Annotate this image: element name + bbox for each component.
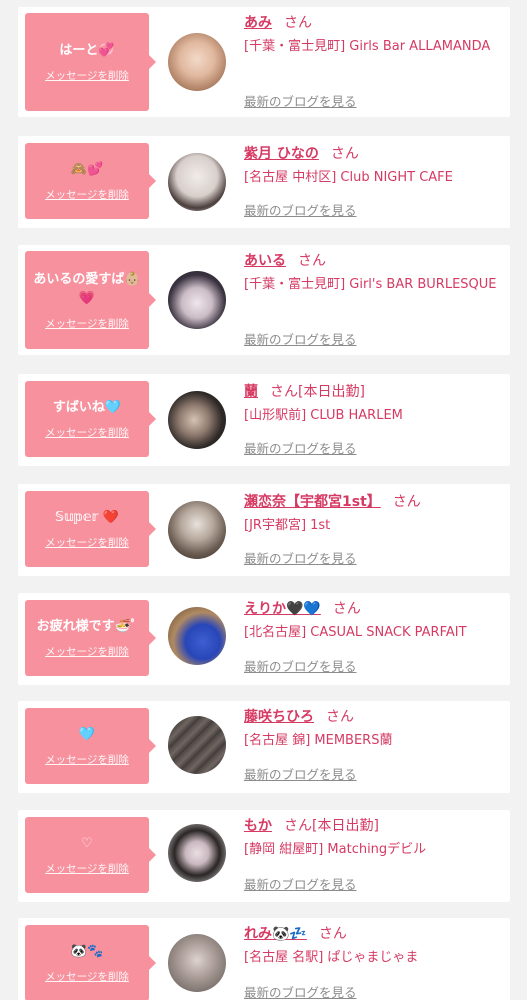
cast-name-link[interactable]: あみ xyxy=(244,15,272,31)
message-card: 𝕊𝕦𝕡𝕖𝕣 ❤️ メッセージを削除 瀬恋奈【宇都宮1st】 さん [JR宇都宮] … xyxy=(18,484,510,576)
message-text: お疲れ様です🍜ﾟ xyxy=(36,619,138,634)
message-card: ♡ メッセージを削除 もか さん[本日出勤] [静岡 紺屋町] Matchingデ… xyxy=(18,810,510,902)
message-card: はーと💞 メッセージを削除 あみ さん [千葉・富士見町] Girls Bar A… xyxy=(18,7,510,117)
shop-info: [JR宇都宮] 1st xyxy=(244,518,331,533)
honorific: さん xyxy=(298,253,326,269)
message-text: 🐼🐾 xyxy=(70,944,104,959)
cast-name-link[interactable]: 藤咲ちひろ xyxy=(244,709,314,725)
status-text: [本日出勤] xyxy=(312,818,379,834)
cast-name-link[interactable]: もか xyxy=(244,818,272,834)
message-card: お疲れ様です🍜ﾟ メッセージを削除 えりか🖤💙 さん [北名古屋] CASUAL … xyxy=(18,593,510,685)
message-text: はーと💞 xyxy=(59,43,115,58)
message-text: すばいね🩵 xyxy=(52,400,122,415)
honorific: さん xyxy=(284,818,312,834)
avatar[interactable] xyxy=(168,934,226,992)
avatar[interactable] xyxy=(168,391,226,449)
delete-message-link[interactable]: メッセージを削除 xyxy=(45,752,129,767)
message-card: あいるの愛すば👶🏼💗 メッセージを削除 あいる さん [千葉・富士見町] Girl… xyxy=(18,245,510,355)
avatar[interactable] xyxy=(168,33,226,91)
message-card: 🙈💕 メッセージを削除 紫月 ひなの さん [名古屋 中村区] Club NIGH… xyxy=(18,136,510,228)
avatar[interactable] xyxy=(168,824,226,882)
message-list: はーと💞 メッセージを削除 あみ さん [千葉・富士見町] Girls Bar A… xyxy=(0,0,527,1000)
latest-blog-link[interactable]: 最新のブログを見る xyxy=(244,438,357,457)
latest-blog-link[interactable]: 最新のブログを見る xyxy=(244,91,357,110)
shop-info: [名古屋 錦] MEMBERS蘭 xyxy=(244,733,393,748)
message-bubble: はーと💞 メッセージを削除 xyxy=(25,13,156,111)
latest-blog-link[interactable]: 最新のブログを見る xyxy=(244,764,357,783)
avatar[interactable] xyxy=(168,271,226,329)
delete-message-link[interactable]: メッセージを削除 xyxy=(45,425,129,440)
honorific: さん xyxy=(284,15,312,31)
message-bubble: ♡ メッセージを削除 xyxy=(25,817,156,893)
shop-info: [名古屋 中村区] Club NIGHT CAFE xyxy=(244,170,453,185)
avatar[interactable] xyxy=(168,716,226,774)
shop-info: [北名古屋] CASUAL SNACK PARFAIT xyxy=(244,625,467,640)
honorific: さん xyxy=(330,146,359,162)
latest-blog-link[interactable]: 最新のブログを見る xyxy=(244,982,357,1000)
message-text: 🙈💕 xyxy=(70,162,104,177)
message-text: ♡ xyxy=(81,836,93,851)
latest-blog-link[interactable]: 最新のブログを見る xyxy=(244,548,357,567)
latest-blog-link[interactable]: 最新のブログを見る xyxy=(244,329,357,348)
message-bubble: すばいね🩵 メッセージを削除 xyxy=(25,381,156,457)
delete-message-link[interactable]: メッセージを削除 xyxy=(45,644,129,659)
cast-name-link[interactable]: 蘭 xyxy=(244,384,258,400)
message-bubble: 🙈💕 メッセージを削除 xyxy=(25,143,156,219)
shop-info: [静岡 紺屋町] Matchingデビル xyxy=(244,842,427,857)
honorific: さん xyxy=(318,926,347,942)
message-bubble: あいるの愛すば👶🏼💗 メッセージを削除 xyxy=(25,251,156,349)
latest-blog-link[interactable]: 最新のブログを見る xyxy=(244,200,357,219)
shop-info: [山形駅前] CLUB HARLEM xyxy=(244,408,403,423)
message-bubble: 🐼🐾 メッセージを削除 xyxy=(25,925,156,1000)
delete-message-link[interactable]: メッセージを削除 xyxy=(45,68,129,83)
cast-name-link[interactable]: あいる xyxy=(244,253,286,269)
cast-name-link[interactable]: れみ🐼💤 xyxy=(244,926,307,942)
honorific: さん xyxy=(332,601,361,617)
latest-blog-link[interactable]: 最新のブログを見る xyxy=(244,656,357,675)
message-bubble: 🩵 メッセージを削除 xyxy=(25,708,156,784)
shop-info: [千葉・富士見町] Girls Bar ALLAMANDA xyxy=(244,39,491,54)
message-text: あいるの愛すば👶🏼💗 xyxy=(33,271,141,306)
status-text: [本日出勤] xyxy=(298,384,365,400)
honorific: さん xyxy=(270,384,298,400)
message-card: 🩵 メッセージを削除 藤咲ちひろ さん [名古屋 錦] MEMBERS蘭 最新のブ… xyxy=(18,701,510,793)
message-bubble: 𝕊𝕦𝕡𝕖𝕣 ❤️ メッセージを削除 xyxy=(25,491,156,567)
honorific: さん xyxy=(326,709,354,725)
cast-name-link[interactable]: 瀬恋奈【宇都宮1st】 xyxy=(244,494,381,510)
message-card: すばいね🩵 メッセージを削除 蘭さん[本日出勤] [山形駅前] CLUB HAR… xyxy=(18,374,510,466)
latest-blog-link[interactable]: 最新のブログを見る xyxy=(244,874,357,893)
cast-name-link[interactable]: えりか🖤💙 xyxy=(244,601,321,617)
avatar[interactable] xyxy=(168,501,226,559)
shop-info: [千葉・富士見町] Girl's BAR BURLESQUE xyxy=(244,277,497,292)
delete-message-link[interactable]: メッセージを削除 xyxy=(45,187,129,202)
honorific: さん xyxy=(392,494,421,510)
delete-message-link[interactable]: メッセージを削除 xyxy=(45,316,129,331)
message-bubble: お疲れ様です🍜ﾟ メッセージを削除 xyxy=(25,600,156,676)
cast-name-link[interactable]: 紫月 ひなの xyxy=(244,146,319,162)
message-text: 𝕊𝕦𝕡𝕖𝕣 ❤️ xyxy=(54,510,120,525)
avatar[interactable] xyxy=(168,153,226,211)
delete-message-link[interactable]: メッセージを削除 xyxy=(45,969,129,984)
message-text: 🩵 xyxy=(78,727,96,742)
delete-message-link[interactable]: メッセージを削除 xyxy=(45,535,129,550)
delete-message-link[interactable]: メッセージを削除 xyxy=(45,861,129,876)
message-card: 🐼🐾 メッセージを削除 れみ🐼💤 さん [名古屋 名駅] ぱじゃまじゃま 最新のブ… xyxy=(18,918,510,1000)
avatar[interactable] xyxy=(168,607,226,665)
shop-info: [名古屋 名駅] ぱじゃまじゃま xyxy=(244,950,419,965)
